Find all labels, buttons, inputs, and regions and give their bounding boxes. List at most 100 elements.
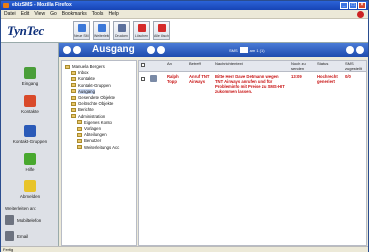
tree-item-label: Gelöschte Objekte	[78, 101, 114, 107]
toolbar-button-label: Drucken	[114, 34, 129, 38]
tree-item[interactable]: Kontakt-Gruppen	[71, 83, 111, 88]
column-header-3[interactable]: Betreff	[189, 61, 211, 67]
close-button[interactable]: ×	[358, 2, 366, 9]
toolbar-button-label: Weiterleiten	[94, 34, 109, 38]
new-sms-icon	[78, 24, 86, 32]
section-header: Ausgang SMS am 1 (1)	[59, 43, 368, 57]
folder-icon	[71, 114, 76, 119]
toolbar-button-4[interactable]: Alle löschen	[153, 21, 170, 40]
tree-item[interactable]: Gesendete Objekte	[71, 95, 115, 100]
section-nav-left	[63, 46, 81, 54]
sidebar: Weiterleiten an: Eingang Kontakte Kontakt-…	[1, 43, 59, 246]
section-title: Ausgang	[92, 44, 135, 55]
sidebar-item-4[interactable]: Abmelden	[1, 180, 59, 199]
forward-heading: Weiterleiten an:	[5, 206, 37, 211]
folder-icon	[71, 101, 76, 106]
firefox-icon	[3, 3, 9, 8]
menu-item-6[interactable]: Help	[108, 11, 118, 17]
menu-item-4[interactable]: Bookmarks	[62, 11, 87, 17]
browser-window: ebizSMS - Mozilla Firefox _ □ × Datei Edi…	[0, 0, 369, 252]
folder-icon	[77, 138, 82, 143]
minimize-button[interactable]: _	[340, 2, 348, 9]
throbber-icon	[357, 11, 364, 18]
tree-item[interactable]: Gelöschte Objekte	[71, 101, 113, 106]
app-logo: TynTec	[7, 23, 44, 38]
cell-subject: Anruf TNT Airways	[189, 74, 210, 84]
folder-icon	[71, 95, 76, 100]
column-header-6[interactable]: Status	[317, 61, 339, 67]
logout-icon	[24, 180, 36, 192]
tree-item[interactable]: Benutzer	[77, 138, 101, 143]
forward-icon[interactable]	[157, 46, 165, 54]
folder-icon	[77, 145, 82, 150]
tree-item-label: Gesendete Objekte	[78, 95, 116, 100]
select-all-checkbox[interactable]	[141, 63, 145, 67]
tree-item[interactable]: Manuela Bergers	[65, 64, 105, 69]
prev-page-icon[interactable]	[346, 46, 354, 54]
folder-icon	[77, 126, 82, 131]
toolbar-button-0[interactable]: Neue SMS	[73, 21, 90, 40]
inbox-icon	[24, 67, 36, 79]
tree-item[interactable]: Ausgang	[71, 88, 95, 94]
column-header-7[interactable]: SMS zugestellt	[345, 61, 367, 71]
folder-icon	[77, 132, 82, 137]
cell-message: Bitte Herr Dave Detmann wegen TNT Airway…	[215, 74, 285, 94]
tree-item[interactable]: Inbox	[71, 70, 89, 75]
pager-text: am 1 (1)	[249, 47, 265, 53]
maximize-button[interactable]: □	[349, 2, 357, 9]
refresh-icon[interactable]	[63, 46, 71, 54]
column-header-2[interactable]: An	[167, 61, 189, 67]
toolbar-button-1[interactable]: Weiterleiten	[93, 21, 110, 40]
window-controls: _ □ ×	[340, 2, 366, 9]
tree-item[interactable]: Weiterleitungs Acc	[77, 145, 119, 150]
sidebar-item-3[interactable]: Hilfe	[1, 153, 59, 172]
folder-icon	[77, 120, 82, 125]
pager-label: SMS	[229, 47, 238, 53]
home-icon[interactable]	[73, 46, 81, 54]
toolbar-button-3[interactable]: Löschen	[133, 21, 150, 40]
toolbar-button-label: Alle löschen	[154, 34, 169, 38]
sidebar-item-label: Hilfe	[25, 167, 35, 172]
contact-groups-icon	[24, 125, 36, 137]
tree-item[interactable]: Vorlagen	[77, 126, 101, 131]
tree-item[interactable]: Administration	[71, 114, 105, 119]
tree-item[interactable]: Kontakte	[71, 76, 95, 81]
menu-item-5[interactable]: Tools	[92, 11, 104, 17]
folder-icon	[65, 64, 70, 69]
email-icon	[5, 231, 14, 241]
folder-icon	[71, 89, 76, 94]
folder-icon	[71, 70, 76, 75]
sidebar-item-2[interactable]: Kontakt-Gruppen	[1, 125, 59, 144]
message-type-icon	[150, 75, 157, 82]
tree-item[interactable]: Berichte	[71, 107, 94, 112]
forward-option-1[interactable]: Email	[5, 231, 28, 241]
cell-delivered: 0/0	[345, 74, 351, 79]
tree-item[interactable]: Eigenes Konto	[77, 120, 112, 125]
column-header-5[interactable]: Noch zu senden	[291, 61, 313, 71]
forward-icon	[98, 24, 106, 32]
column-header-4[interactable]: Nachrichtentext	[215, 61, 285, 67]
menu-item-1[interactable]: Edit	[21, 11, 30, 17]
cell-to: Ralph Topp	[167, 74, 179, 84]
tree-item-label: Abteilungen	[84, 132, 107, 138]
forward-option-label: Email	[17, 233, 29, 239]
sidebar-item-0[interactable]: Eingang	[1, 67, 59, 86]
cell-status: Hochrecht generiert	[317, 74, 338, 84]
sidebar-item-1[interactable]: Kontakte	[1, 95, 59, 114]
menu-item-2[interactable]: View	[34, 11, 45, 17]
table-row[interactable]: Ralph Topp Anruf TNT Airways Bitte Herr …	[139, 72, 366, 100]
help-icon	[24, 153, 36, 165]
menu-item-3[interactable]: Go	[50, 11, 57, 17]
menu-item-0[interactable]: Datei	[4, 11, 16, 17]
forward-option-0[interactable]: Mobiltelefon	[5, 215, 41, 225]
tree-item[interactable]: Abteilungen	[77, 132, 107, 137]
tree-item-label: Inbox	[78, 70, 89, 76]
tree-item-label: Ausgang	[78, 88, 95, 94]
toolbar-button-2[interactable]: Drucken	[113, 21, 130, 40]
folder-icon	[71, 76, 76, 81]
tree-item-label: Weiterleitungs Acc	[84, 144, 120, 150]
next-page-icon[interactable]	[356, 46, 364, 54]
page-number-input[interactable]	[239, 47, 248, 53]
back-icon[interactable]	[147, 46, 155, 54]
sidebar-item-label: Eingang	[21, 81, 39, 86]
